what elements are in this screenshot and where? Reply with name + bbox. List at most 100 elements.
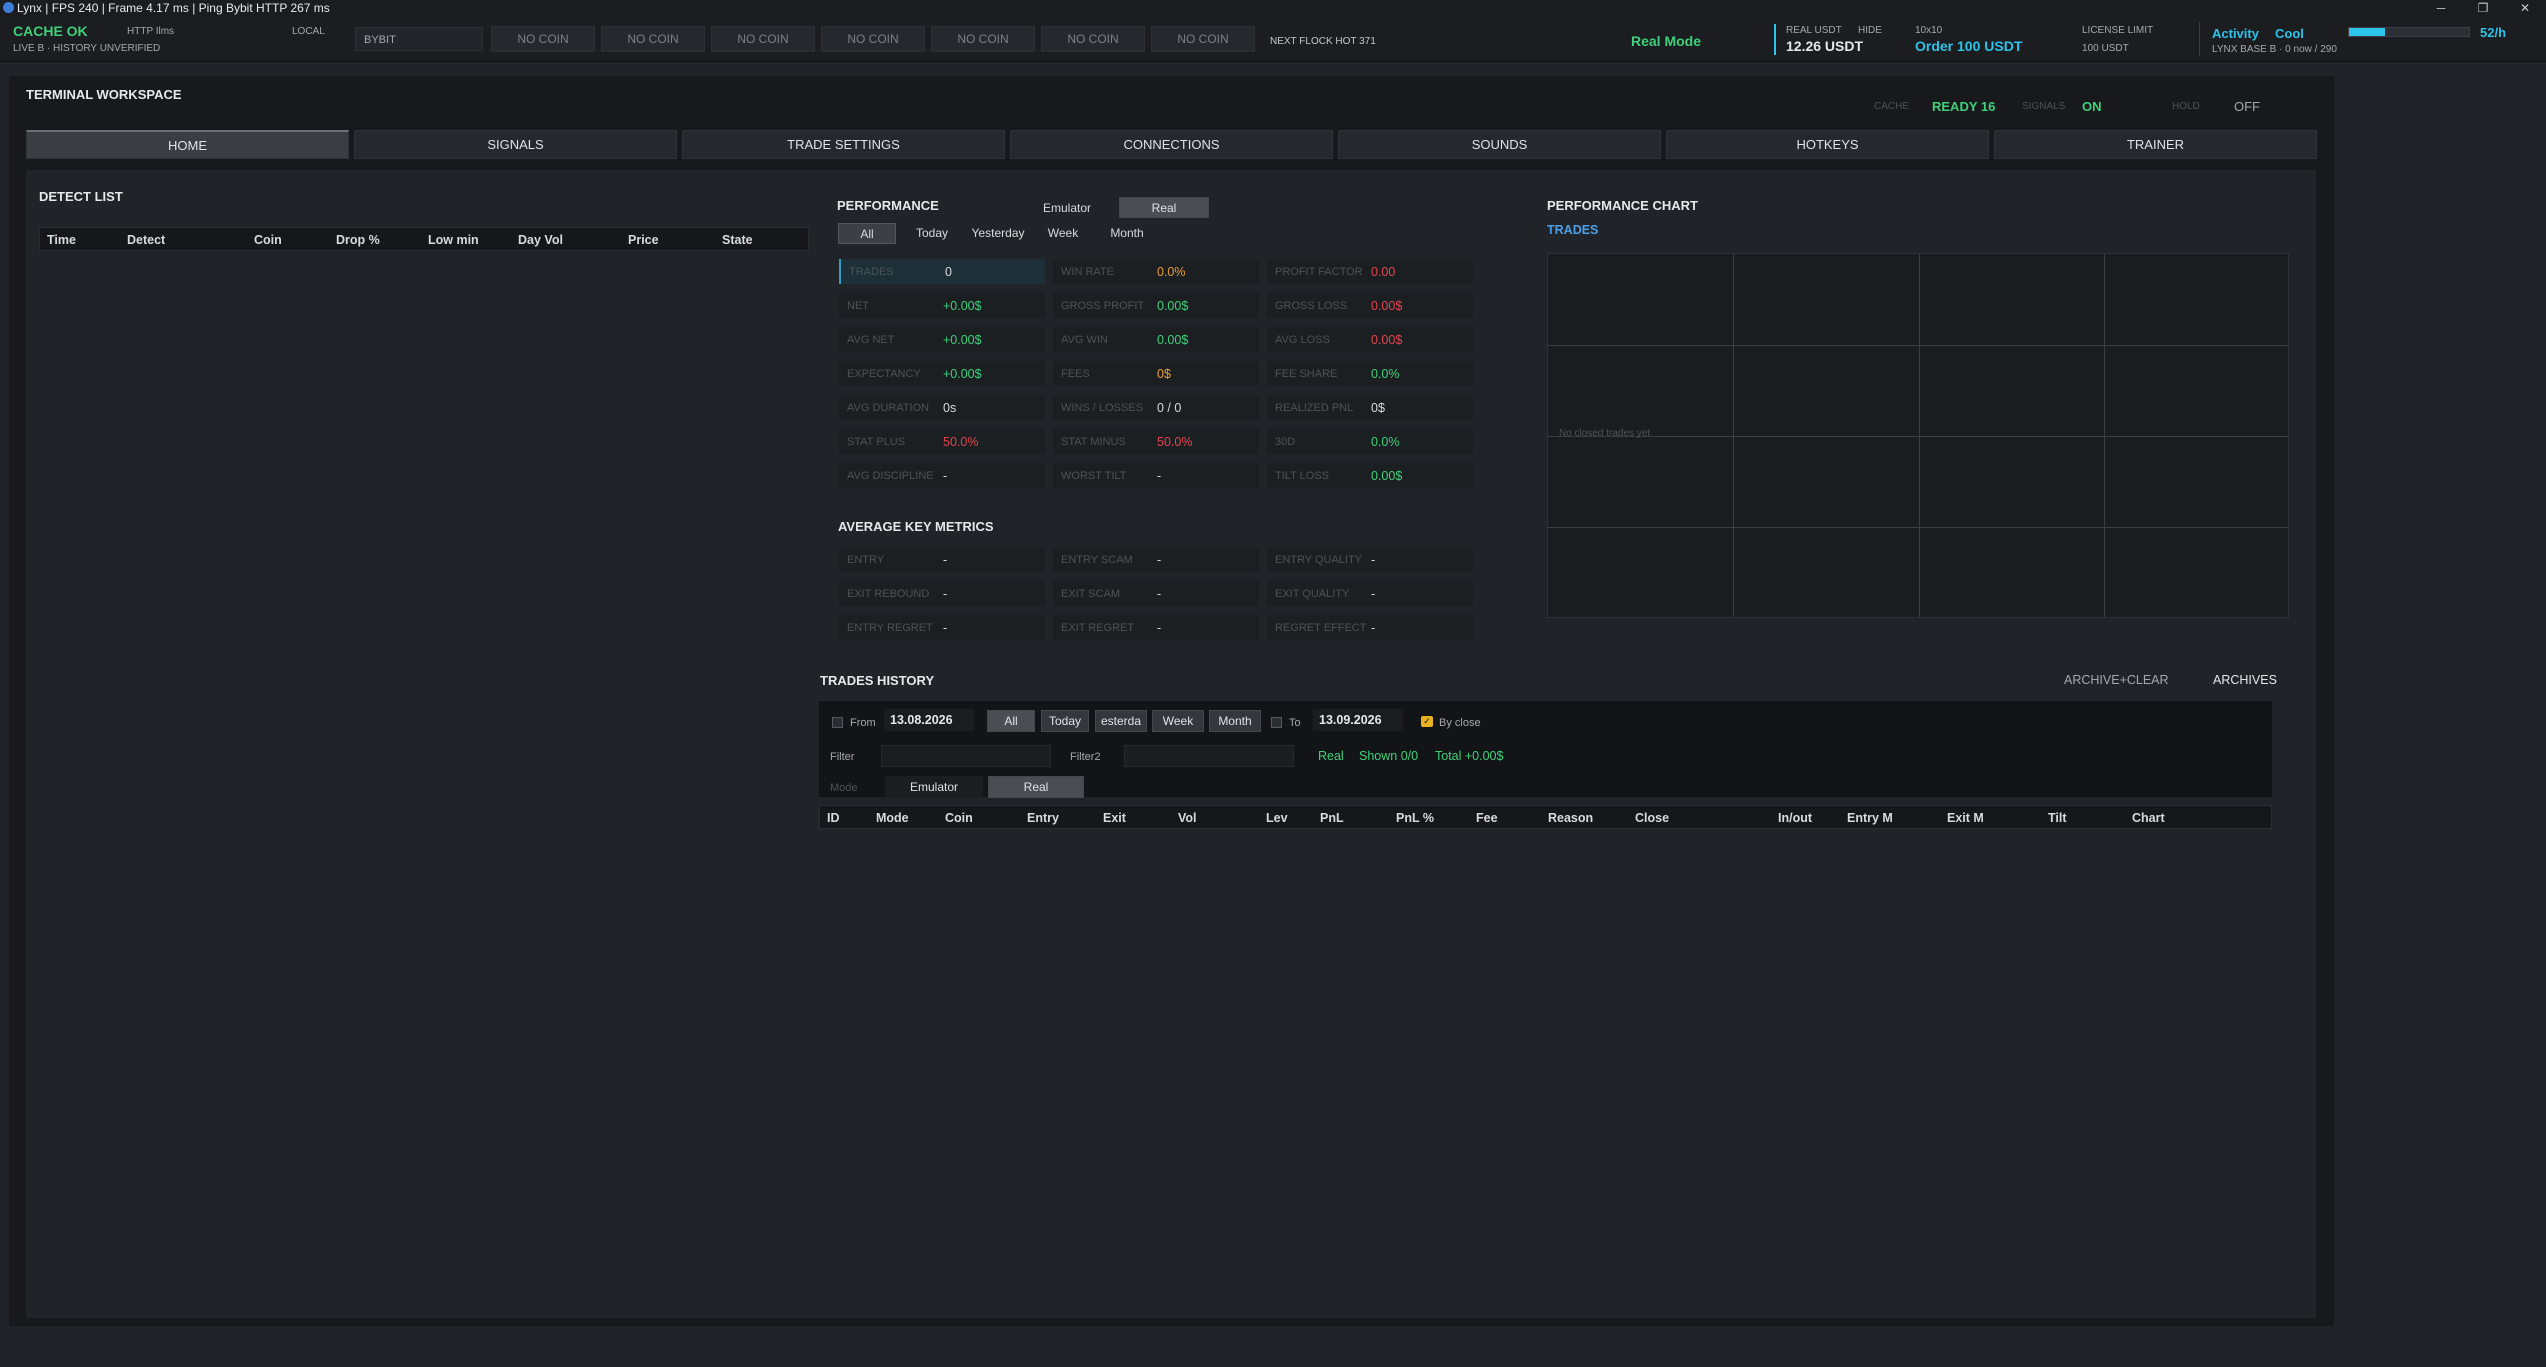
hist-col-entry-m[interactable]: Entry M <box>1847 811 1893 825</box>
hist-col-tilt[interactable]: Tilt <box>2048 811 2067 825</box>
by-close-checkbox-icon[interactable]: ✓ <box>1421 716 1433 727</box>
exchange-select[interactable]: BYBIT <box>355 27 483 51</box>
coin-slot-4[interactable]: NO COIN <box>821 26 925 52</box>
col-day-vol[interactable]: Day Vol <box>518 233 563 247</box>
activity-state: Cool <box>2275 26 2304 41</box>
balance-accent-bar <box>1774 24 1776 55</box>
hist-col-entry[interactable]: Entry <box>1027 811 1059 825</box>
archive-clear-button[interactable]: ARCHIVE+CLEAR <box>2064 673 2169 687</box>
trades-history-title: TRADES HISTORY <box>820 673 935 688</box>
chart-empty-message: No closed trades yet <box>1559 428 1651 439</box>
hist-col-close[interactable]: Close <box>1635 811 1669 825</box>
metric-trades: TRADES 0 <box>839 259 1045 284</box>
col-detect[interactable]: Detect <box>127 233 165 247</box>
hist-col-coin[interactable]: Coin <box>945 811 973 825</box>
minimize-button[interactable]: ─ <box>2418 0 2464 16</box>
filter2-input[interactable] <box>1124 745 1294 767</box>
col-price[interactable]: Price <box>628 233 659 247</box>
history-period-week[interactable]: Week <box>1152 710 1204 732</box>
col-coin[interactable]: Coin <box>254 233 282 247</box>
history-period-all[interactable]: All <box>987 710 1035 732</box>
perf-mode-emulator[interactable]: Emulator <box>1043 201 1091 215</box>
coin-slot-2[interactable]: NO COIN <box>601 26 705 52</box>
hist-col-in-out[interactable]: In/out <box>1778 811 1812 825</box>
to-date-input[interactable]: 13.09.2026 <box>1313 709 1403 731</box>
metric-wins-losses: WINS / LOSSES 0 / 0 <box>1053 395 1259 420</box>
tab-trainer[interactable]: TRAINER <box>1994 130 2317 159</box>
perf-chart-trades-link[interactable]: TRADES <box>1547 223 1598 237</box>
history-period-month[interactable]: Month <box>1209 710 1261 732</box>
to-checkbox[interactable] <box>1271 717 1282 728</box>
metric-profit-factor: PROFIT FACTOR 0.00 <box>1267 259 1473 284</box>
coin-slot-5[interactable]: NO COIN <box>931 26 1035 52</box>
col-low-min[interactable]: Low min <box>428 233 479 247</box>
hist-col-exit-m[interactable]: Exit M <box>1947 811 1984 825</box>
key-exit-rebound: EXIT REBOUND - <box>839 581 1045 606</box>
tab-home[interactable]: HOME <box>26 130 349 159</box>
hist-col-pnl[interactable]: PnL <box>1320 811 1344 825</box>
window-title: Lynx | FPS 240 | Frame 4.17 ms | Ping By… <box>17 1 330 15</box>
perf-period-week[interactable]: Week <box>1034 223 1092 244</box>
app-logo-icon <box>3 2 14 13</box>
metric-30d: 30D 0.0% <box>1267 429 1473 454</box>
mode-indicator[interactable]: Real Mode <box>1631 33 1701 49</box>
key-exit-scam: EXIT SCAM - <box>1053 581 1259 606</box>
signals-value[interactable]: ON <box>2082 99 2102 114</box>
perf-period-yesterday[interactable]: Yesterday <box>965 223 1031 244</box>
activity-rate: 52/h <box>2480 25 2507 40</box>
metric-worst-tilt: WORST TILT - <box>1053 463 1259 488</box>
metric-avg-discipline: AVG DISCIPLINE - <box>839 463 1045 488</box>
coin-slot-1[interactable]: NO COIN <box>491 26 595 52</box>
hist-col-exit[interactable]: Exit <box>1103 811 1126 825</box>
archives-button[interactable]: ARCHIVES <box>2213 673 2277 687</box>
hist-col-pnl-percent[interactable]: PnL % <box>1396 811 1434 825</box>
hist-col-vol[interactable]: Vol <box>1178 811 1197 825</box>
hist-col-mode[interactable]: Mode <box>876 811 909 825</box>
perf-period-month[interactable]: Month <box>1097 223 1157 244</box>
hist-col-chart[interactable]: Chart <box>2132 811 2165 825</box>
history-mode-emulator[interactable]: Emulator <box>885 776 983 798</box>
coin-slot-3[interactable]: NO COIN <box>711 26 815 52</box>
key-entry-regret: ENTRY REGRET - <box>839 615 1045 640</box>
tab-hotkeys[interactable]: HOTKEYS <box>1666 130 1989 159</box>
tab-sounds[interactable]: SOUNDS <box>1338 130 1661 159</box>
tab-signals[interactable]: SIGNALS <box>354 130 677 159</box>
next-flock: NEXT FLOCK HOT 371 <box>1270 36 1376 47</box>
tab-connections[interactable]: CONNECTIONS <box>1010 130 1333 159</box>
col-drop[interactable]: Drop % <box>336 233 380 247</box>
perf-chart-plot: No closed trades yet <box>1547 253 2289 618</box>
grid-size: 10x10 <box>1915 25 1943 36</box>
hold-label: HOLD <box>2172 101 2200 112</box>
perf-period-today[interactable]: Today <box>903 223 961 244</box>
perf-period-all[interactable]: All <box>838 223 896 244</box>
maximize-button[interactable]: ❐ <box>2460 0 2506 16</box>
hide-balance-button[interactable]: HIDE <box>1858 25 1882 36</box>
history-period-yesterday[interactable]: esterda <box>1095 710 1147 732</box>
filter-input[interactable] <box>881 745 1051 767</box>
col-time[interactable]: Time <box>47 233 76 247</box>
coin-slot-7[interactable]: NO COIN <box>1151 26 1255 52</box>
activity-label: Activity <box>2212 26 2259 41</box>
history-mode-real[interactable]: Real <box>988 776 1084 798</box>
coin-slot-6[interactable]: NO COIN <box>1041 26 1145 52</box>
order-size[interactable]: Order 100 USDT <box>1915 38 2022 54</box>
hold-value[interactable]: OFF <box>2234 99 2260 114</box>
hist-col-id[interactable]: ID <box>827 811 840 825</box>
hist-col-fee[interactable]: Fee <box>1476 811 1498 825</box>
metric-avg-duration: AVG DURATION 0s <box>839 395 1045 420</box>
key-entry-quality: ENTRY QUALITY - <box>1267 547 1473 572</box>
close-button[interactable]: ✕ <box>2502 0 2546 16</box>
tab-trade-settings[interactable]: TRADE SETTINGS <box>682 130 1005 159</box>
from-checkbox[interactable] <box>832 717 843 728</box>
key-metrics-title: AVERAGE KEY METRICS <box>838 519 994 534</box>
metric-stat-plus: STAT PLUS 50.0% <box>839 429 1045 454</box>
detect-list-header: Time Detect Coin Drop % Low min Day Vol … <box>39 227 809 251</box>
from-date-input[interactable]: 13.08.2026 <box>884 709 974 731</box>
col-state[interactable]: State <box>722 233 753 247</box>
history-period-today[interactable]: Today <box>1041 710 1089 732</box>
hist-col-reason[interactable]: Reason <box>1548 811 1593 825</box>
mode-label: Mode <box>830 782 858 794</box>
hist-col-lev[interactable]: Lev <box>1266 811 1288 825</box>
metric-net: NET +0.00$ <box>839 293 1045 318</box>
perf-mode-real[interactable]: Real <box>1119 197 1209 218</box>
